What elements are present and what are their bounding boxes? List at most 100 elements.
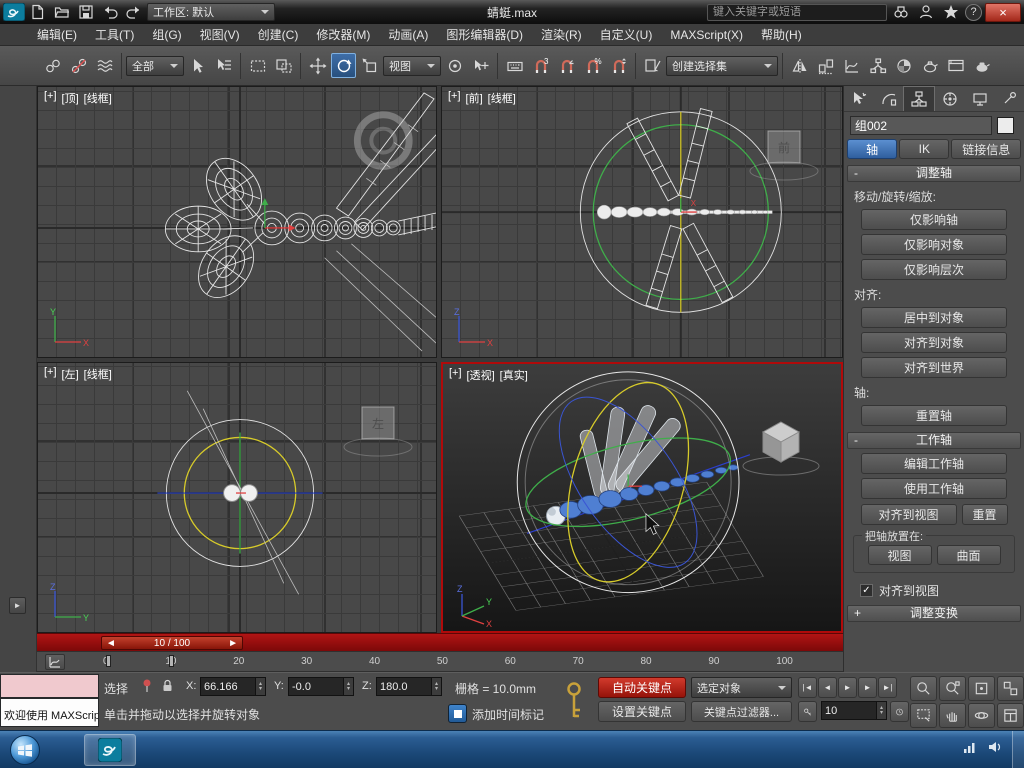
select-and-manipulate-icon[interactable]	[468, 53, 493, 78]
place-pivot-view-button[interactable]: 视图	[868, 545, 932, 565]
utilities-tab-icon[interactable]	[994, 86, 1024, 111]
viewcube-icon[interactable]: 前	[742, 121, 826, 185]
tray-volume-icon[interactable]	[987, 740, 1003, 759]
viewcube-icon[interactable]: 左	[336, 397, 420, 461]
key-mode-toggle-icon[interactable]	[798, 701, 817, 722]
affect-pivot-only-button[interactable]: 仅影响轴	[861, 209, 1007, 230]
mirror-icon[interactable]	[787, 53, 812, 78]
align-to-object-button[interactable]: 对齐到对象	[861, 332, 1007, 353]
curve-editor-icon[interactable]	[839, 53, 864, 78]
menu-help[interactable]: 帮助(H)	[752, 24, 811, 45]
link-info-tab[interactable]: 链接信息	[951, 139, 1021, 159]
align-icon[interactable]	[813, 53, 838, 78]
pivot-tab[interactable]: 轴	[847, 139, 897, 159]
viewport-shading-button[interactable]: [线框]	[84, 90, 112, 106]
menu-views[interactable]: 视图(V)	[191, 24, 249, 45]
z-coordinate-field[interactable]: ▴▾	[376, 677, 442, 696]
display-tab-icon[interactable]	[965, 86, 995, 111]
named-selection-set-dropdown[interactable]: 创建选择集	[666, 56, 778, 76]
menu-graph-editors[interactable]: 图形编辑器(D)	[437, 24, 532, 45]
viewport-name-button[interactable]: [顶]	[62, 90, 79, 106]
undo-icon[interactable]	[99, 2, 121, 22]
x-coordinate-field[interactable]: ▴▾	[200, 677, 266, 696]
menu-customize[interactable]: 自定义(U)	[591, 24, 662, 45]
viewport-shading-button[interactable]: [线框]	[84, 366, 112, 382]
maxscript-mini-listener[interactable]: 欢迎使用 MAXScript	[0, 698, 99, 727]
object-name-field[interactable]	[850, 116, 992, 135]
zoom-extents-icon[interactable]	[968, 676, 995, 701]
material-editor-icon[interactable]	[891, 53, 916, 78]
set-key-icon[interactable]	[562, 680, 590, 724]
keyboard-shortcut-override-icon[interactable]	[502, 53, 527, 78]
workspace-dropdown[interactable]: 工作区: 默认	[147, 3, 275, 21]
rollout-adjust-pivot[interactable]: - 调整轴	[847, 165, 1021, 182]
render-setup-icon[interactable]	[917, 53, 942, 78]
rollout-working-pivot[interactable]: - 工作轴	[847, 432, 1021, 449]
new-scene-icon[interactable]	[27, 2, 49, 22]
save-file-icon[interactable]	[75, 2, 97, 22]
time-slider-handle[interactable]: ◄ 10 / 100 ►	[101, 636, 243, 650]
start-button[interactable]	[10, 735, 40, 765]
show-desktop-button[interactable]	[1012, 731, 1024, 768]
time-configuration-icon[interactable]	[890, 701, 909, 722]
favorites-star-icon[interactable]	[940, 2, 962, 22]
use-pivot-center-icon[interactable]	[442, 53, 467, 78]
menu-create[interactable]: 创建(C)	[249, 24, 308, 45]
set-key-button[interactable]: 设置关键点	[598, 701, 686, 722]
app-logo-icon[interactable]	[3, 2, 25, 22]
object-color-swatch[interactable]	[997, 117, 1014, 134]
add-time-tag-label[interactable]: 添加时间标记	[472, 706, 544, 723]
zoom-all-icon[interactable]	[939, 676, 966, 701]
rendered-frame-window-icon[interactable]	[943, 53, 968, 78]
viewport-shading-button[interactable]: [线框]	[488, 90, 516, 106]
align-to-view-checkbox[interactable]: ✓	[860, 584, 873, 597]
select-and-scale-icon[interactable]	[357, 53, 382, 78]
align-to-view-button[interactable]: 对齐到视图	[861, 504, 957, 525]
play-button[interactable]: ►	[838, 677, 857, 698]
menu-edit[interactable]: 编辑(E)	[28, 24, 86, 45]
spinner-snap-icon[interactable]	[606, 53, 631, 78]
affect-hierarchy-only-button[interactable]: 仅影响层次	[861, 259, 1007, 280]
pin-icon[interactable]	[140, 678, 154, 697]
zoom-extents-all-icon[interactable]	[997, 676, 1024, 701]
reset-working-pivot-button[interactable]: 重置	[962, 504, 1008, 525]
viewport-name-button[interactable]: [左]	[62, 366, 79, 382]
go-to-end-button[interactable]: ►|	[878, 677, 897, 698]
reference-coordinate-dropdown[interactable]: 视图	[383, 56, 441, 76]
edit-named-selection-sets-icon[interactable]	[640, 53, 665, 78]
maximize-viewport-icon[interactable]	[997, 703, 1024, 728]
unlink-selection-icon[interactable]	[66, 53, 91, 78]
bind-to-space-warp-icon[interactable]	[92, 53, 117, 78]
close-button[interactable]: ×	[985, 3, 1021, 22]
taskbar-3dsmax-button[interactable]	[84, 734, 136, 766]
selection-set-dropdown[interactable]: 选定对象	[691, 677, 792, 698]
time-slider[interactable]: ◄ 10 / 100 ►	[37, 633, 843, 651]
spinner-icon[interactable]: ▴▾	[256, 677, 266, 696]
next-frame-icon[interactable]: ►	[228, 638, 238, 649]
hierarchy-tab-icon[interactable]	[903, 86, 935, 111]
spinner-icon[interactable]: ▴▾	[877, 701, 887, 720]
motion-tab-icon[interactable]	[935, 86, 965, 111]
y-coordinate-field[interactable]: ▴▾	[288, 677, 354, 696]
menu-animation[interactable]: 动画(A)	[379, 24, 437, 45]
menu-modifiers[interactable]: 修改器(M)	[307, 24, 379, 45]
window-crossing-icon[interactable]	[271, 53, 296, 78]
viewport-menu-button[interactable]: [+]	[44, 90, 57, 106]
go-to-start-button[interactable]: |◄	[798, 677, 817, 698]
track-bar[interactable]: 0 10 20 30 40 50 60 70 80 90 100	[37, 651, 843, 672]
edit-working-pivot-button[interactable]: 编辑工作轴	[861, 453, 1007, 474]
pan-icon[interactable]	[939, 703, 966, 728]
search-icon[interactable]	[890, 2, 912, 22]
zoom-region-icon[interactable]	[910, 703, 937, 728]
ik-tab[interactable]: IK	[899, 139, 949, 159]
keyframe-marker[interactable]	[106, 655, 111, 667]
open-file-icon[interactable]	[51, 2, 73, 22]
macro-recorder-field[interactable]	[0, 674, 99, 698]
key-filters-button[interactable]: 关键点过滤器...	[691, 701, 792, 722]
add-time-tag-icon[interactable]	[448, 704, 467, 723]
use-working-pivot-button[interactable]: 使用工作轴	[861, 478, 1007, 499]
align-to-world-button[interactable]: 对齐到世界	[861, 357, 1007, 378]
percent-snap-icon[interactable]: %	[580, 53, 605, 78]
viewport-left[interactable]: [+] [左] [线框] 左 Z Y	[37, 362, 437, 633]
orbit-icon[interactable]	[968, 703, 995, 728]
